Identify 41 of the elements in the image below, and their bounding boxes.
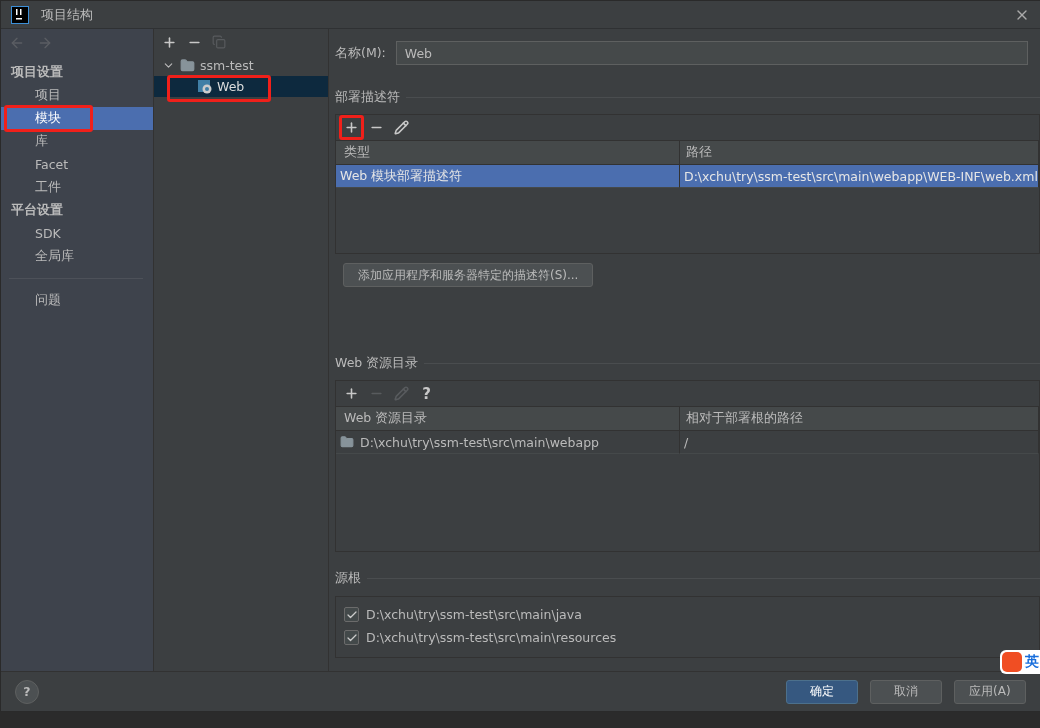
sidebar-item[interactable]: 问题 xyxy=(1,289,153,312)
field-label: 名称(M): xyxy=(335,44,386,62)
dialog-button[interactable]: 确定 xyxy=(785,679,858,704)
dialog-button[interactable]: 应用(A) xyxy=(953,679,1026,704)
tree-item[interactable]: ssm-test xyxy=(154,55,328,76)
column-header[interactable]: 相对于部署根的路径 xyxy=(680,407,1039,431)
column-header[interactable]: 路径 xyxy=(680,141,1039,165)
sidebar-item[interactable]: 库 xyxy=(1,130,153,153)
window-title: 项目结构 xyxy=(41,5,94,24)
add-icon[interactable] xyxy=(162,34,177,50)
app-logo-icon xyxy=(11,5,29,24)
web-facet-icon xyxy=(198,79,212,94)
section-title: 部署描述符 xyxy=(335,89,400,106)
module-folder-icon xyxy=(180,58,195,73)
checkbox[interactable] xyxy=(344,630,359,645)
sidebar-item[interactable]: 工件 xyxy=(1,176,153,199)
table-cell[interactable]: / xyxy=(680,431,1039,454)
column-header[interactable]: Web 资源目录 xyxy=(336,407,680,431)
sidebar-item[interactable]: Facet xyxy=(1,153,153,176)
checkbox-label: D:\xchu\try\ssm-test\src\main\java xyxy=(366,607,582,622)
help-button[interactable]: ? xyxy=(414,381,439,406)
name-field[interactable]: Web xyxy=(395,41,1028,65)
help-button[interactable]: ? xyxy=(15,679,39,704)
table-cell[interactable]: Web 模块部署描述符 xyxy=(336,165,680,188)
sidebar-item[interactable]: 全局库 xyxy=(1,245,153,268)
ime-indicator[interactable]: 英 xyxy=(1000,650,1040,674)
sidebar-heading: 项目设置 xyxy=(10,63,64,81)
sidebar-heading: 平台设置 xyxy=(10,201,64,219)
checkbox-label: D:\xchu\try\ssm-test\src\main\resources xyxy=(366,630,617,645)
section-title: 源根 xyxy=(335,570,361,587)
checkbox[interactable] xyxy=(344,607,359,622)
sidebar-item[interactable]: 项目 xyxy=(1,84,153,107)
folder-icon xyxy=(340,435,354,449)
dialog-button[interactable]: 取消 xyxy=(869,679,942,704)
tree-item[interactable]: Web xyxy=(154,76,328,97)
table-cell[interactable]: D:\xchu\try\ssm-test\src\main\webapp\WEB-INF\web.xml xyxy=(680,165,1039,188)
table-cell[interactable]: D:\xchu\try\ssm-test\src\main\webapp xyxy=(336,431,680,454)
sidebar-item[interactable]: SDK xyxy=(1,222,153,245)
add-descriptor-button[interactable]: 添加应用程序和服务器特定的描述符(S)... xyxy=(343,263,594,287)
column-header[interactable]: 类型 xyxy=(336,141,680,165)
section-title: Web 资源目录 xyxy=(335,355,419,372)
